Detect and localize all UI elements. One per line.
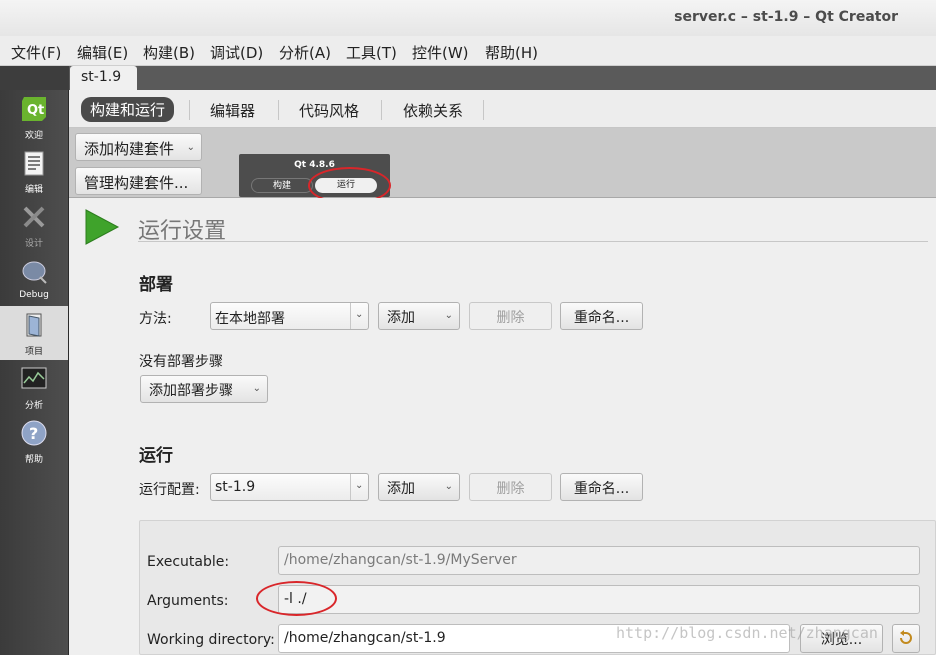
run-config-select[interactable]: st-1.9 ⌄ bbox=[210, 473, 369, 501]
sidebar-label-projects: 项目 bbox=[24, 347, 43, 357]
deploy-method-label: 方法: bbox=[139, 311, 172, 327]
deploy-method-value: 在本地部署 bbox=[215, 311, 285, 327]
chevron-down-icon: ⌄ bbox=[252, 383, 261, 394]
executable-field[interactable]: /home/zhangcan/st-1.9/MyServer bbox=[278, 546, 920, 575]
menu-tools[interactable]: 工具(T) bbox=[346, 42, 397, 63]
document-edit-icon bbox=[24, 151, 44, 176]
sidebar-label-debug: Debug bbox=[19, 290, 49, 300]
menu-edit[interactable]: 编辑(E) bbox=[77, 42, 128, 63]
svg-text:?: ? bbox=[29, 424, 38, 443]
deploy-section-title: 部署 bbox=[139, 275, 173, 295]
manage-kits-button[interactable]: 管理构建套件... bbox=[75, 167, 202, 195]
kit-build-button[interactable]: 构建 bbox=[251, 178, 313, 193]
design-tools-icon bbox=[23, 206, 45, 228]
working-directory-label: Working directory: bbox=[147, 632, 275, 648]
project-folder-icon bbox=[26, 313, 42, 337]
sidebar-item-help[interactable]: ? 帮助 bbox=[0, 414, 68, 468]
tab-row-filler bbox=[0, 66, 69, 90]
no-deploy-steps-label: 没有部署步骤 bbox=[139, 354, 223, 370]
run-add-button[interactable]: 添加 ⌄ bbox=[378, 473, 460, 501]
sidebar-label-analyze: 分析 bbox=[24, 401, 43, 411]
chevron-down-icon: ⌄ bbox=[355, 309, 364, 320]
menu-build[interactable]: 构建(B) bbox=[143, 42, 195, 63]
play-triangle-icon bbox=[85, 209, 120, 245]
mode-sidebar: Qt 欢迎 编辑 设计 Debug 项目 分析 ? 帮助 bbox=[0, 90, 69, 655]
window-title: server.c – st-1.9 – Qt Creator bbox=[674, 9, 898, 25]
sidebar-label-edit: 编辑 bbox=[24, 185, 43, 195]
chevron-down-icon: ⌄ bbox=[186, 142, 195, 153]
project-tab-row: st-1.9 bbox=[0, 66, 936, 91]
tab-editor[interactable]: 编辑器 bbox=[210, 100, 255, 121]
chevron-down-icon: ⌄ bbox=[355, 480, 364, 491]
run-config-value: st-1.9 bbox=[215, 479, 256, 495]
add-deploy-step-label: 添加部署步骤 bbox=[149, 383, 233, 399]
help-question-icon: ? bbox=[21, 420, 47, 446]
menu-analyze[interactable]: 分析(A) bbox=[279, 42, 331, 63]
qt-logo-icon: Qt bbox=[22, 97, 46, 121]
debug-bug-icon bbox=[22, 261, 47, 284]
sidebar-label-welcome: 欢迎 bbox=[24, 131, 43, 141]
sidebar-item-edit[interactable]: 编辑 bbox=[0, 144, 68, 198]
menu-debug[interactable]: 调试(D) bbox=[210, 42, 263, 63]
menu-bar: 文件(F) 编辑(E) 构建(B) 调试(D) 分析(A) 工具(T) 控件(W… bbox=[0, 36, 936, 66]
window-titlebar: server.c – st-1.9 – Qt Creator bbox=[0, 0, 936, 36]
deploy-method-select[interactable]: 在本地部署 ⌄ bbox=[210, 302, 369, 330]
deploy-add-label: 添加 bbox=[387, 310, 415, 326]
deploy-rename-button[interactable]: 重命名... bbox=[560, 302, 643, 330]
highlight-circle-arguments bbox=[256, 581, 337, 616]
reset-working-directory-button[interactable] bbox=[892, 624, 920, 653]
tab-dependencies[interactable]: 依赖关系 bbox=[403, 100, 463, 121]
chevron-down-icon: ⌄ bbox=[444, 481, 453, 492]
sidebar-label-design: 设计 bbox=[24, 239, 43, 249]
deploy-remove-button[interactable]: 删除 bbox=[469, 302, 552, 330]
sidebar-item-welcome[interactable]: Qt 欢迎 bbox=[0, 90, 68, 144]
tab-separator bbox=[278, 100, 279, 120]
select-arrow: ⌄ bbox=[350, 474, 368, 500]
watermark-text: http://blog.csdn.net/zhangcan bbox=[616, 624, 878, 642]
menu-file[interactable]: 文件(F) bbox=[11, 42, 61, 63]
run-remove-button[interactable]: 删除 bbox=[469, 473, 552, 501]
add-kit-label: 添加构建套件 bbox=[84, 140, 175, 158]
run-add-label: 添加 bbox=[387, 481, 415, 497]
arguments-input[interactable]: -l ./ bbox=[278, 585, 920, 614]
sidebar-item-debug[interactable]: Debug bbox=[0, 252, 68, 306]
kit-selector-area: 添加构建套件 ⌄ 管理构建套件... bbox=[69, 128, 936, 198]
tab-separator bbox=[483, 100, 484, 120]
tab-separator bbox=[381, 100, 382, 120]
menu-widgets[interactable]: 控件(W) bbox=[412, 42, 469, 63]
arguments-label: Arguments: bbox=[147, 593, 229, 609]
executable-label: Executable: bbox=[147, 554, 230, 570]
project-tab[interactable]: st-1.9 bbox=[70, 66, 137, 91]
svg-text:Qt: Qt bbox=[27, 103, 44, 118]
undo-arrow-icon bbox=[900, 630, 912, 644]
sidebar-label-help: 帮助 bbox=[24, 455, 43, 465]
sidebar-item-design[interactable]: 设计 bbox=[0, 198, 68, 252]
tab-separator bbox=[189, 100, 190, 120]
tab-build-and-run[interactable]: 构建和运行 bbox=[81, 97, 175, 122]
sidebar-item-analyze[interactable]: 分析 bbox=[0, 360, 68, 414]
add-kit-button[interactable]: 添加构建套件 ⌄ bbox=[75, 133, 202, 161]
deploy-add-button[interactable]: 添加 ⌄ bbox=[378, 302, 460, 330]
sidebar-item-projects[interactable]: 项目 bbox=[0, 306, 68, 360]
analyze-monitor-icon bbox=[21, 367, 47, 389]
chevron-down-icon: ⌄ bbox=[444, 310, 453, 321]
heading-divider bbox=[138, 241, 928, 242]
add-deploy-step-button[interactable]: 添加部署步骤 ⌄ bbox=[140, 375, 268, 403]
run-section-title: 运行 bbox=[139, 446, 173, 466]
tab-code-style[interactable]: 代码风格 bbox=[299, 100, 359, 121]
menu-help[interactable]: 帮助(H) bbox=[485, 42, 538, 63]
select-arrow: ⌄ bbox=[350, 303, 368, 329]
project-subtabs: 构建和运行 编辑器 代码风格 依赖关系 bbox=[69, 90, 936, 128]
run-config-label: 运行配置: bbox=[139, 482, 200, 498]
run-rename-button[interactable]: 重命名... bbox=[560, 473, 643, 501]
